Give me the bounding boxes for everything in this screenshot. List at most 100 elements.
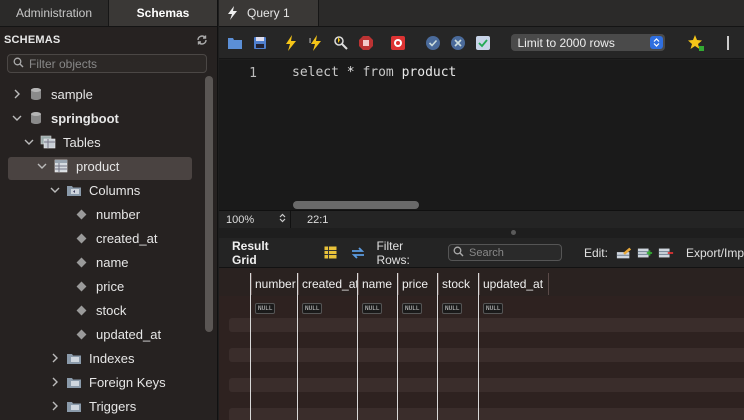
column-header[interactable]: price	[398, 273, 438, 295]
schemas-header: SCHEMAS	[0, 29, 217, 51]
column-divider	[250, 273, 251, 420]
save-icon[interactable]	[252, 34, 269, 52]
tree-item-tables[interactable]: Tables	[22, 130, 101, 154]
result-grid[interactable]: number created_at name price stock updat…	[219, 268, 744, 420]
empty-row	[229, 378, 744, 392]
filter-objects-field[interactable]	[7, 54, 207, 73]
filter-rows-search[interactable]	[448, 244, 562, 261]
table-cell[interactable]: NULL	[358, 301, 398, 315]
chevron-right-icon[interactable]	[48, 377, 62, 387]
sql-editor[interactable]: 1 select * from product	[219, 60, 744, 210]
execute-current-icon[interactable]: I	[308, 34, 325, 52]
limit-rows-value: Limit to 2000 rows	[517, 35, 615, 50]
beautify-star-icon[interactable]	[687, 34, 705, 52]
null-badge: NULL	[362, 302, 383, 314]
null-badge: NULL	[442, 302, 463, 314]
stepper-arrows-icon	[279, 213, 286, 226]
tree-column-item[interactable]: name	[76, 250, 129, 274]
column-header[interactable]: stock	[438, 273, 479, 295]
table-cell[interactable]: NULL	[479, 301, 549, 315]
chevron-down-icon[interactable]	[48, 186, 62, 194]
tab-schemas[interactable]: Schemas	[109, 0, 217, 26]
delete-row-icon[interactable]	[658, 245, 674, 261]
filter-objects-input[interactable]	[29, 56, 189, 71]
toggle-error-icon[interactable]	[390, 34, 407, 52]
commit-icon[interactable]	[425, 34, 442, 52]
tab-query-1[interactable]: Query 1	[219, 0, 319, 26]
column-diamond-icon	[76, 281, 87, 291]
result-grid-header: number created_at name price stock updat…	[219, 273, 549, 295]
tree-label: Foreign Keys	[89, 374, 166, 390]
columns-folder-icon	[65, 182, 83, 198]
tree-column-item[interactable]: number	[76, 202, 141, 226]
toolbar-overflow-icon[interactable]	[719, 34, 736, 52]
sql-code-line[interactable]: select * from product	[292, 65, 456, 80]
tree-column-item[interactable]: updated_at	[76, 322, 162, 346]
empty-row	[229, 318, 744, 332]
column-header[interactable]: updated_at	[479, 273, 549, 295]
zoom-select[interactable]: 100%	[219, 211, 291, 228]
chevron-down-icon[interactable]	[22, 138, 36, 146]
tree-column-item[interactable]: price	[76, 274, 125, 298]
open-file-icon[interactable]	[227, 34, 244, 52]
table-cell[interactable]: NULL	[251, 301, 298, 315]
chevron-down-icon[interactable]	[35, 162, 49, 170]
tree-item-indexes[interactable]: Indexes	[48, 346, 135, 370]
rollback-icon[interactable]	[450, 34, 467, 52]
row-header-spacer	[219, 273, 251, 295]
column-divider	[478, 273, 479, 420]
empty-row	[229, 348, 744, 362]
tree-item-sample[interactable]: sample	[10, 82, 93, 106]
table-cell[interactable]: NULL	[298, 301, 358, 315]
tables-folder-icon	[39, 134, 57, 150]
schemas-title: SCHEMAS	[4, 34, 61, 46]
result-grid-title: Result Grid	[232, 238, 269, 267]
grid-view-icon[interactable]	[323, 245, 339, 261]
svg-text:I: I	[309, 37, 311, 45]
table-cell[interactable]: NULL	[398, 301, 438, 315]
export-import-label[interactable]: Export/Imp	[686, 246, 744, 260]
tree-item-columns[interactable]: Columns	[48, 178, 140, 202]
tree-label: price	[96, 278, 125, 294]
edit-label: Edit:	[583, 245, 608, 260]
execute-icon[interactable]	[283, 34, 300, 52]
tab-administration[interactable]: Administration	[0, 0, 109, 26]
tree-item-product[interactable]: product	[35, 154, 119, 178]
indexes-folder-icon	[65, 350, 83, 366]
tree-label: number	[96, 206, 141, 222]
tree-column-item[interactable]: created_at	[76, 226, 157, 250]
column-divider	[357, 273, 358, 420]
refresh-icon[interactable]	[195, 33, 209, 47]
edit-row-icon[interactable]	[616, 245, 632, 261]
column-divider	[297, 273, 298, 420]
select-arrows-icon	[650, 36, 664, 49]
chevron-right-icon[interactable]	[10, 89, 24, 99]
column-diamond-icon	[76, 257, 87, 267]
explain-icon[interactable]	[332, 34, 349, 52]
tree-label: Tables	[63, 134, 101, 150]
tree-item-foreign-keys[interactable]: Foreign Keys	[48, 370, 166, 394]
tree-item-triggers[interactable]: Triggers	[48, 394, 136, 418]
column-header[interactable]: created_at	[298, 273, 359, 295]
column-header[interactable]: name	[358, 273, 398, 295]
tree-item-springboot[interactable]: springboot	[10, 106, 119, 130]
limit-rows-select[interactable]: Limit to 2000 rows	[511, 34, 666, 51]
filter-rows-input[interactable]	[469, 246, 560, 259]
table-cell[interactable]: NULL	[438, 301, 479, 315]
chevron-right-icon[interactable]	[48, 353, 62, 363]
splitter-handle[interactable]	[511, 230, 516, 235]
tree-column-item[interactable]: stock	[76, 298, 127, 322]
stop-icon[interactable]	[357, 34, 374, 52]
tree-label: stock	[96, 302, 127, 318]
editor-horizontal-scrollbar[interactable]	[293, 201, 419, 209]
column-header[interactable]: number	[251, 273, 298, 295]
sql-toolbar: I Limit to 2000 rows	[219, 27, 744, 59]
table-row[interactable]: NULL NULL NULL NULL NULL NULL	[219, 301, 549, 315]
tree-label: updated_at	[96, 326, 162, 342]
refresh-grid-icon[interactable]	[350, 245, 366, 261]
add-row-icon[interactable]	[637, 245, 653, 261]
autocommit-icon[interactable]	[475, 34, 492, 52]
chevron-right-icon[interactable]	[48, 401, 62, 411]
chevron-down-icon[interactable]	[10, 114, 24, 122]
navigator-scrollbar[interactable]	[205, 76, 213, 332]
